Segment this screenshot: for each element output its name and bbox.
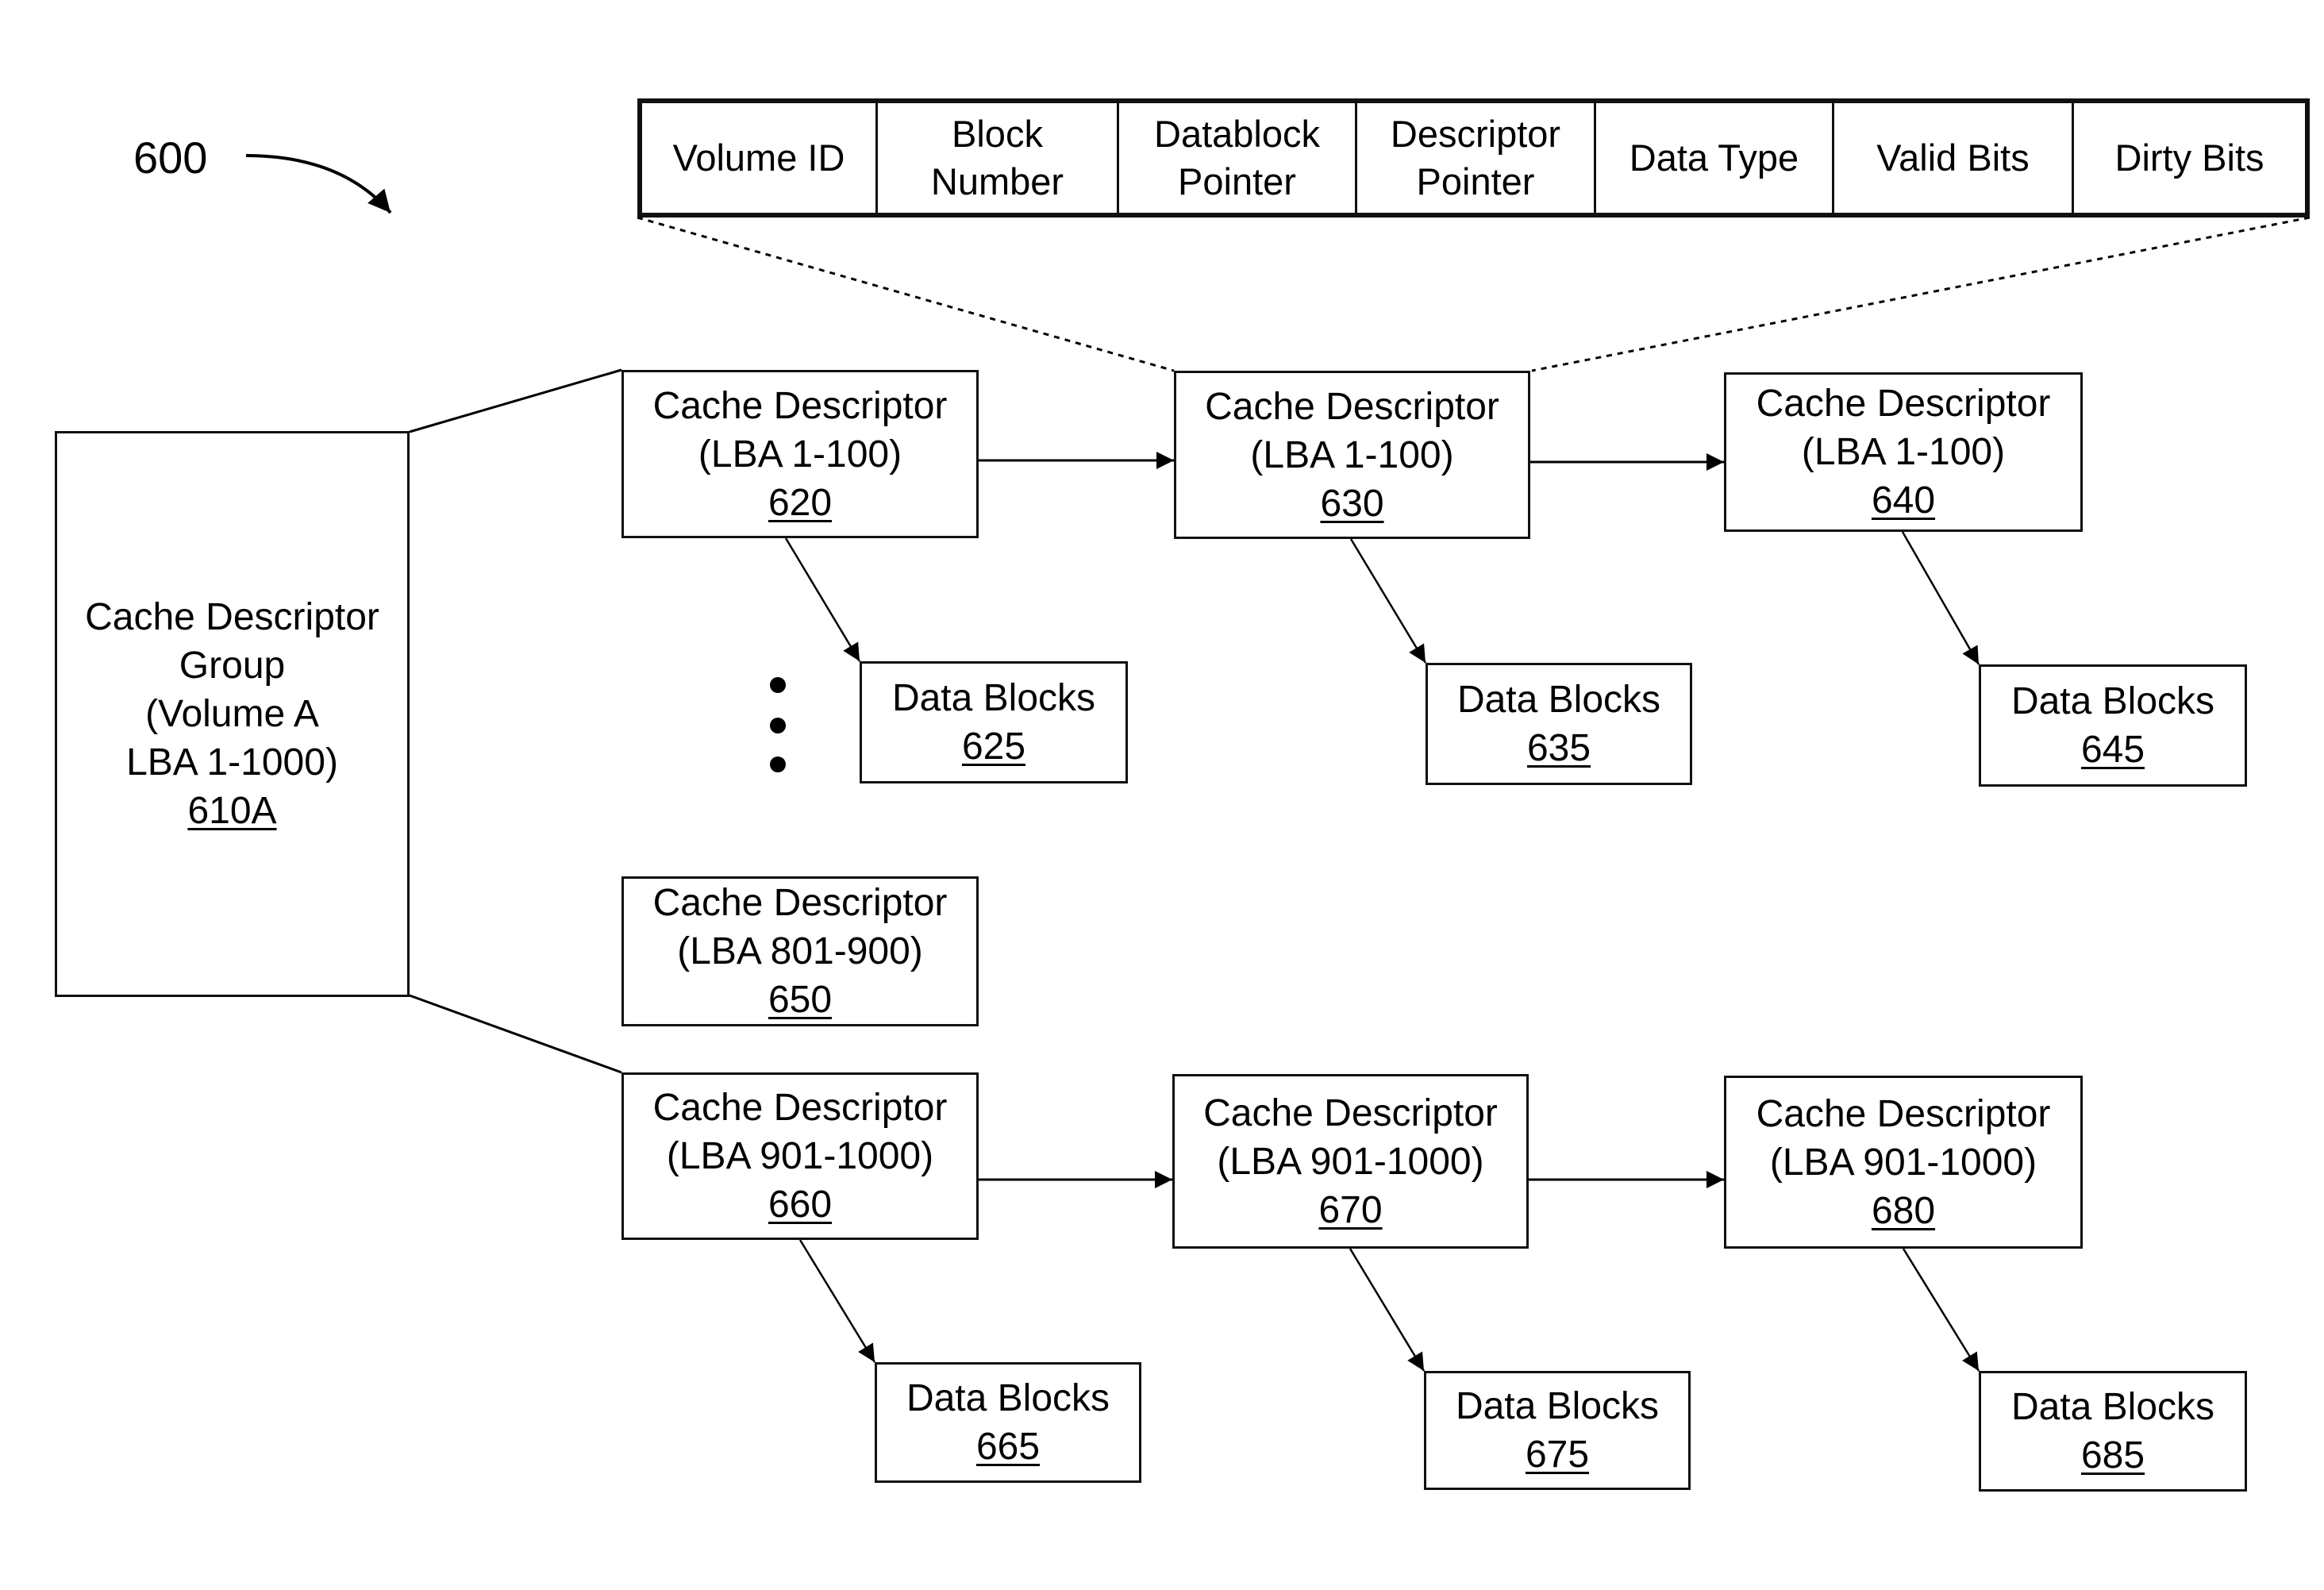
cache-descriptor-650: Cache Descriptor (LBA 801-900) 650	[621, 876, 979, 1026]
cache-descriptor-620: Cache Descriptor (LBA 1-100) 620	[621, 370, 979, 538]
data-blocks-title: Data Blocks	[2010, 1386, 2215, 1428]
arrow-620-625	[784, 537, 861, 662]
arrow-660-665	[798, 1239, 876, 1363]
data-blocks-ref: 645	[2080, 729, 2145, 771]
descriptor-range: (LBA 801-900)	[677, 930, 923, 972]
data-blocks-625: Data Blocks 625	[860, 661, 1128, 783]
descriptor-range: (LBA 1-100)	[1801, 431, 2006, 473]
arrow-670-675	[1349, 1248, 1426, 1372]
group-line-1: Cache Descriptor	[85, 596, 379, 638]
group-line-2: Group	[179, 645, 286, 687]
data-blocks-title: Data Blocks	[1456, 679, 1661, 721]
field-dirty-bits: Dirty Bits	[2114, 137, 2264, 179]
group-line-top	[409, 368, 622, 433]
descriptor-fields-table: Volume ID Block Number Datablock Pointer…	[637, 98, 2310, 218]
data-blocks-title: Data Blocks	[1455, 1385, 1660, 1427]
descriptor-range: (LBA 1-100)	[1250, 433, 1454, 476]
field-data-type: Data Type	[1596, 103, 1834, 213]
data-blocks-ref: 625	[961, 726, 1026, 768]
data-blocks-ref: 675	[1525, 1434, 1590, 1476]
group-line-3: (Volume A	[145, 693, 319, 735]
ellipsis-dot	[770, 757, 786, 772]
data-blocks-ref: 665	[975, 1426, 1041, 1468]
data-blocks-title: Data Blocks	[2010, 680, 2215, 722]
data-blocks-675: Data Blocks 675	[1424, 1371, 1691, 1490]
group-ref: 610A	[187, 790, 277, 832]
cache-descriptor-640: Cache Descriptor (LBA 1-100) 640	[1724, 372, 2083, 532]
cache-descriptor-group-610A: Cache Descriptor Group (Volume A LBA 1-1…	[55, 431, 410, 997]
descriptor-title: Cache Descriptor	[652, 1087, 948, 1129]
group-line-bottom	[409, 994, 622, 1074]
data-blocks-685: Data Blocks 685	[1979, 1371, 2247, 1492]
data-blocks-ref: 635	[1526, 727, 1591, 769]
ellipsis-dot	[770, 718, 786, 733]
descriptor-title: Cache Descriptor	[1756, 383, 2051, 425]
data-blocks-ref: 685	[2080, 1434, 2145, 1476]
data-blocks-title: Data Blocks	[891, 677, 1096, 719]
arrow-640-645	[1901, 531, 1980, 665]
descriptor-ref: 620	[768, 481, 833, 524]
field-volume-id: Volume ID	[642, 103, 878, 213]
descriptor-title: Cache Descriptor	[652, 882, 948, 924]
descriptor-ref: 660	[768, 1184, 833, 1226]
ellipsis-dot	[770, 677, 786, 693]
arrow-630-635	[1349, 538, 1427, 664]
descriptor-ref: 640	[1871, 479, 1936, 522]
descriptor-ref: 650	[768, 979, 833, 1021]
descriptor-title: Cache Descriptor	[652, 384, 948, 427]
cache-descriptor-670: Cache Descriptor (LBA 901-1000) 670	[1172, 1074, 1529, 1249]
expansion-line-left	[637, 216, 1175, 372]
field-datablock-pointer: Datablock Pointer	[1119, 103, 1357, 213]
data-blocks-title: Data Blocks	[906, 1377, 1110, 1419]
field-valid-bits: Valid Bits	[1834, 103, 2074, 213]
field-block-number: Block Number	[878, 103, 1119, 213]
descriptor-range: (LBA 901-1000)	[1217, 1140, 1484, 1183]
figure-pointer-arrow	[245, 154, 392, 214]
field-descriptor-pointer: Descriptor Pointer	[1357, 103, 1596, 213]
figure-label: 600	[133, 133, 208, 183]
descriptor-range: (LBA 1-100)	[698, 433, 902, 475]
expansion-line-right	[1531, 216, 2311, 372]
descriptor-ref: 680	[1871, 1189, 1936, 1232]
descriptor-range: (LBA 901-1000)	[1769, 1141, 2037, 1184]
descriptor-range: (LBA 901-1000)	[666, 1135, 934, 1177]
descriptor-ref: 670	[1318, 1188, 1383, 1231]
data-blocks-665: Data Blocks 665	[875, 1362, 1141, 1483]
data-blocks-635: Data Blocks 635	[1426, 663, 1692, 785]
group-line-4: LBA 1-1000)	[126, 741, 338, 783]
descriptor-title: Cache Descriptor	[1203, 1091, 1498, 1134]
descriptor-title: Cache Descriptor	[1756, 1092, 2051, 1135]
cache-descriptor-680: Cache Descriptor (LBA 901-1000) 680	[1724, 1076, 2083, 1249]
descriptor-title: Cache Descriptor	[1205, 385, 1499, 428]
data-blocks-645: Data Blocks 645	[1979, 664, 2247, 787]
cache-descriptor-660: Cache Descriptor (LBA 901-1000) 660	[621, 1072, 979, 1240]
cache-descriptor-630: Cache Descriptor (LBA 1-100) 630	[1174, 371, 1530, 539]
descriptor-ref: 630	[1320, 482, 1384, 525]
arrow-680-685	[1902, 1248, 1980, 1372]
